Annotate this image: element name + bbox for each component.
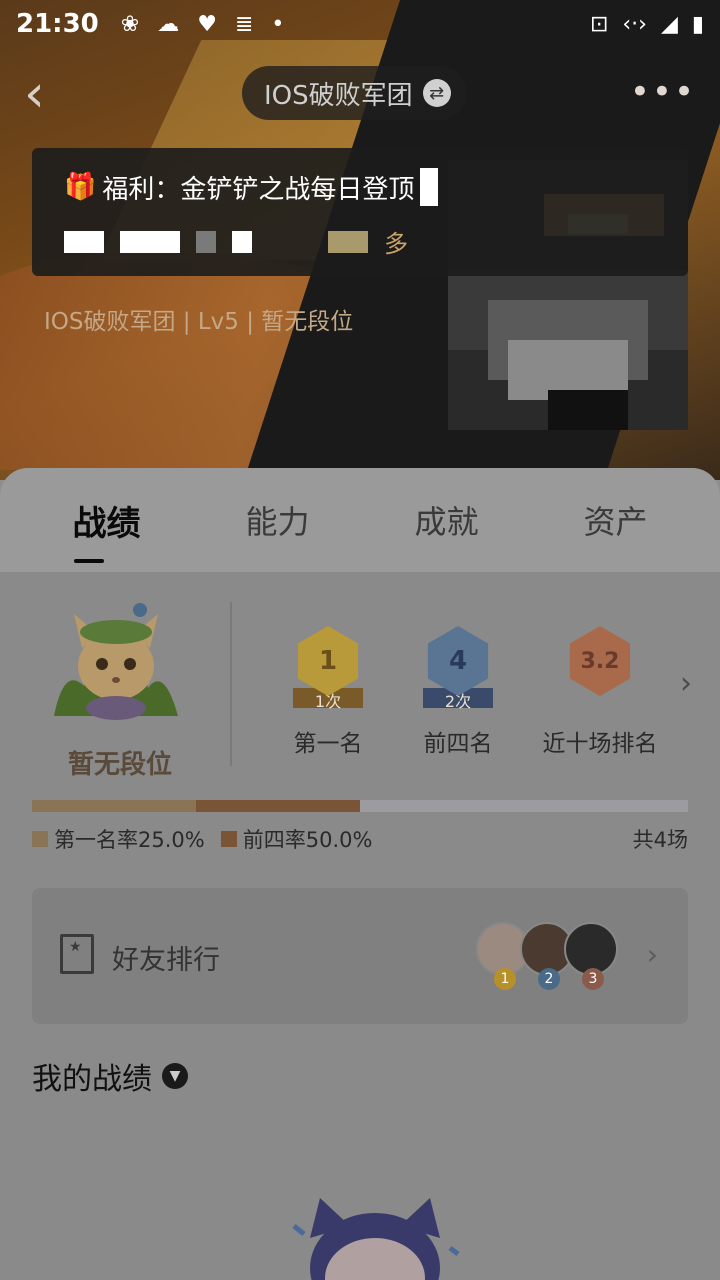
mascot-image[interactable] [44, 596, 188, 726]
rank-tier-label: 暂无段位 [68, 750, 173, 780]
first-rate-segment [32, 800, 196, 812]
medal-hex-icon: 1 [297, 626, 359, 696]
chevron-down-icon: ▼ [162, 1063, 188, 1089]
team-switcher[interactable]: IOS破败军团 ⇄ [242, 66, 467, 120]
bookmark-star-icon [60, 934, 94, 974]
redacted-block [64, 230, 104, 253]
status-bar: 21:30 ❀ ☁ ♥ ≣ • ⊡ ‹·› ◢ ▮ [0, 0, 720, 48]
medal-hex-icon: 3.2 [569, 626, 631, 696]
redacted-block [120, 230, 180, 253]
player-subtitle: IOS破败军团 | Lv5 | 暂无段位 [44, 309, 354, 335]
tab-ability[interactable]: 能力 [245, 497, 309, 543]
more-dots-icon: ••• [629, 72, 696, 112]
database-icon: ≣ [234, 11, 254, 37]
chevron-right-icon: › [646, 938, 658, 971]
clock: 21:30 [16, 9, 99, 39]
medal-label: 前四名 [423, 731, 493, 757]
total-games: 共4场 [632, 828, 688, 852]
toast-title: 福利：金铲铲之战每日登顶 [102, 174, 415, 205]
medal-first-place[interactable]: 1 1次 第一名 [268, 626, 388, 758]
rate-legend: 第一名率25.0% 前四率50.0% 共4场 [32, 824, 688, 854]
redacted-block [196, 230, 216, 253]
top4-rate-label: 前四率50.0% [242, 828, 373, 852]
profile-header: 21:30 ❀ ☁ ♥ ≣ • ⊡ ‹·› ◢ ▮ ‹ IOS破败军团 ⇄ ••… [0, 0, 720, 480]
cloud-icon: ☁ [157, 11, 180, 37]
medal-hex-icon: 4 [427, 626, 489, 696]
content-panel: 战绩 能力 成就 资产 暂无段位 1 1次 第一名 4 2次 前四名 3.2 近… [0, 468, 720, 1280]
chevron-left-icon: ‹ [24, 64, 45, 124]
friend-ranking-card[interactable]: 好友排行 1 2 3 › [32, 888, 688, 1024]
medal-recent-ten[interactable]: 3.2 近十场排名 [540, 626, 660, 758]
signal-icon: ◢ [660, 11, 678, 37]
rank-badge: 1 [494, 968, 516, 990]
team-name: IOS破败军团 [264, 80, 413, 111]
first-rate-swatch [32, 831, 48, 847]
redacted-block [232, 230, 252, 253]
placement-rate-bar [32, 800, 688, 812]
rank-badge: 3 [582, 968, 604, 990]
cast-icon: ⊡ [589, 11, 609, 37]
dot-icon: • [271, 11, 285, 37]
gift-icon: 🎁 [64, 172, 97, 202]
chevron-right-icon[interactable]: › [680, 666, 692, 701]
toast-more: 多 [384, 230, 408, 258]
empty-state-mascot [292, 1198, 460, 1280]
redacted-block [328, 230, 368, 253]
top4-rate-segment [196, 800, 360, 812]
tab-record[interactable]: 战绩 [72, 496, 140, 563]
heart-pulse-icon: ♥ [197, 11, 217, 37]
more-button[interactable]: ••• [630, 72, 696, 112]
tab-assets[interactable]: 资产 [583, 497, 647, 543]
tab-bar: 战绩 能力 成就 资产 [0, 468, 720, 572]
first-rate-label: 第一名率25.0% [54, 828, 205, 852]
leaf-icon: ❀ [120, 11, 140, 37]
divider [230, 602, 232, 766]
back-button[interactable]: ‹ [24, 66, 70, 122]
tab-achievement[interactable]: 成就 [414, 497, 478, 543]
rank-badge: 2 [538, 968, 560, 990]
medal-label: 第一名 [293, 731, 363, 757]
my-record-header[interactable]: 我的战绩 ▼ [32, 1054, 188, 1098]
medal-top-four[interactable]: 4 2次 前四名 [398, 626, 518, 758]
friend-avatars: 1 2 3 [476, 922, 618, 990]
rank-summary: 暂无段位 1 1次 第一名 4 2次 前四名 3.2 近十场排名 › [0, 596, 720, 786]
friend-ranking-title: 好友排行 [112, 945, 220, 976]
medal-label: 近十场排名 [542, 731, 658, 757]
battery-icon: ▮ [691, 11, 704, 37]
welfare-toast[interactable]: 🎁 福利：金铲铲之战每日登顶 多 [32, 148, 688, 276]
swap-icon: ⇄ [422, 79, 451, 107]
friend-avatar: 3 [564, 922, 618, 990]
code-arrows-icon: ‹·› [622, 11, 647, 37]
top4-rate-swatch [220, 831, 237, 847]
redacted-block [420, 168, 439, 206]
my-record-title: 我的战绩 [32, 1062, 152, 1097]
